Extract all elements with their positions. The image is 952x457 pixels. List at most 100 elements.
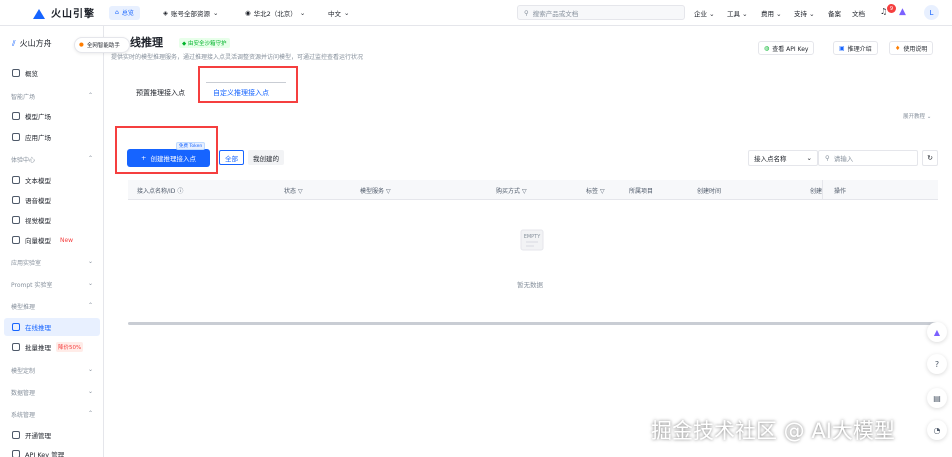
help-float-icon[interactable]: ?: [927, 354, 947, 374]
logo-text: 火山引擎: [51, 9, 95, 20]
sidebar-item-vision-model[interactable]: 视觉模型: [12, 213, 51, 227]
search-icon: ⚲: [825, 154, 830, 162]
search-placeholder: 搜索产品或文档: [532, 9, 579, 18]
free-token-badge: 免费 Token: [176, 142, 206, 150]
account-label: 账号全部资源: [171, 10, 210, 18]
sidebar-brand-label: 火山方舟: [19, 39, 52, 48]
col-purchase[interactable]: 购买方式 ▽: [496, 186, 527, 195]
chevron-down-icon: ⌄: [344, 9, 350, 17]
ai-float-icon[interactable]: ▲: [927, 322, 947, 342]
ai-icon[interactable]: ▲: [899, 7, 906, 17]
text-icon: [12, 176, 20, 184]
col-status[interactable]: 状态 ▽: [284, 186, 303, 195]
book-icon: ▣: [839, 44, 845, 52]
empty-state-icon: EMPTY: [520, 229, 544, 251]
sidebar-group-app-lab[interactable]: 应用实验室: [11, 258, 41, 267]
sidebar-item-batch-inference[interactable]: 批量推理 降价50%: [12, 340, 84, 354]
sidebar-brand[interactable]: ⫽ 火山方舟: [12, 38, 52, 49]
chevron-down-icon: ⌄: [213, 9, 219, 17]
vision-icon: [12, 216, 20, 224]
ai-assistant-button[interactable]: ● 全网智能助手: [74, 37, 130, 53]
sidebar-item-online-inference[interactable]: 在线推理: [12, 320, 51, 334]
sidebar-item-app-square[interactable]: 应用广场: [12, 130, 51, 144]
empty-img-label: EMPTY: [524, 234, 542, 240]
sidebar-group-experience[interactable]: 体验中心: [11, 155, 35, 164]
sidebar-item-activation[interactable]: 开通管理: [12, 428, 51, 442]
model-icon: [12, 112, 20, 120]
plus-icon: +: [141, 154, 147, 162]
avatar[interactable]: L: [924, 5, 939, 20]
col-tags[interactable]: 标签 ▽: [586, 186, 605, 195]
watermark: 掘金技术社区 @ AI大模型: [651, 419, 895, 443]
chevron-down-icon: ⌄: [806, 154, 812, 162]
filter-icon: ▽: [297, 188, 303, 195]
batch-icon: [12, 343, 20, 351]
col-endpoint-name: 接入点名称/ID ⓘ: [137, 188, 184, 195]
sidebar-item-voice-model[interactable]: 语音模型: [12, 193, 51, 207]
account-selector[interactable]: ◈ 账号全部资源 ⌄: [163, 8, 218, 18]
nav-docs[interactable]: 文档: [852, 8, 865, 18]
language-label: 中文: [328, 10, 341, 18]
assistant-label: 全网智能助手: [86, 43, 120, 49]
safe-badge: ◆ 由安全沙箱守护: [179, 38, 230, 48]
sidebar-item-api-key[interactable]: API Key 管理: [12, 447, 64, 457]
region-selector[interactable]: ◉ 华北2（北京） ⌄: [245, 8, 305, 18]
tab-preset-endpoints[interactable]: 预置推理接入点: [136, 88, 185, 98]
expand-tutorial-link[interactable]: 展开教程 ⌄: [903, 112, 931, 120]
bulb-icon: ♦: [895, 44, 901, 52]
sticky-divider: [822, 180, 823, 200]
filter-icon: ▽: [521, 188, 527, 195]
logo-icon: [33, 7, 47, 19]
sidebar-group-prompt-lab[interactable]: Prompt 实验室: [11, 280, 52, 289]
sidebar-item-text-model[interactable]: 文本模型: [12, 173, 51, 187]
inference-intro-button[interactable]: ▣ 推理介绍: [833, 41, 878, 55]
language-selector[interactable]: 中文 ⌄: [328, 8, 349, 18]
filter-mine[interactable]: 我创建的: [248, 150, 284, 165]
nav-tools[interactable]: 工具 ⌄: [727, 8, 748, 18]
usage-guide-button[interactable]: ♦ 使用说明: [889, 41, 934, 55]
location-icon: ◉: [245, 9, 251, 17]
global-search-input[interactable]: ⚲ 搜索产品或文档: [517, 5, 685, 20]
chat-float-icon[interactable]: ◔: [927, 420, 947, 440]
search-icon: ⚲: [524, 8, 529, 17]
volcengine-logo[interactable]: 火山引擎: [33, 5, 95, 20]
home-icon: ⌂: [115, 9, 119, 16]
nav-support[interactable]: 支持 ⌄: [794, 8, 815, 18]
empty-text: 暂无数据: [517, 281, 543, 289]
col-actions: 操作: [834, 188, 847, 195]
sidebar-group-square[interactable]: 智能广场: [11, 92, 35, 101]
app-icon: [12, 133, 20, 141]
new-badge: New: [60, 236, 74, 244]
refresh-icon: ↻: [927, 154, 933, 162]
sidebar-group-system[interactable]: 系统管理: [11, 410, 35, 419]
filter-icon: ▽: [385, 188, 391, 195]
filter-search-input[interactable]: ⚲ 请输入: [818, 150, 918, 166]
col-creator: 创建: [810, 188, 823, 195]
shield-icon: ◆: [182, 41, 187, 47]
sparkle-icon: ●: [79, 42, 84, 48]
filter-all[interactable]: 全部: [219, 150, 244, 165]
create-endpoint-button[interactable]: + 创建推理接入点: [127, 149, 210, 167]
sidebar-item-overview[interactable]: 概览: [12, 66, 38, 80]
horizontal-scrollbar[interactable]: [128, 322, 938, 325]
refresh-button[interactable]: ↻: [922, 150, 938, 166]
sidebar-item-model-square[interactable]: 模型广场: [12, 109, 51, 123]
page-title: 线推理: [130, 36, 163, 49]
discount-badge: 降价50%: [56, 342, 84, 352]
sidebar-item-vector-model[interactable]: 向量模型 New: [12, 233, 73, 247]
layers-icon: ◈: [163, 9, 168, 17]
nav-filing[interactable]: 备案: [828, 8, 841, 18]
region-label: 华北2（北京）: [253, 10, 297, 18]
voice-icon: [12, 196, 20, 204]
nav-enterprise[interactable]: 企业 ⌄: [694, 8, 715, 18]
sidebar-group-inference[interactable]: 模型推理: [11, 302, 35, 311]
nav-billing[interactable]: 费用 ⌄: [761, 8, 782, 18]
sidebar-group-customize[interactable]: 模型定制: [11, 366, 35, 375]
col-model-service[interactable]: 模型服务 ▽: [360, 186, 391, 195]
table-header: 接入点名称/ID ⓘ 状态 ▽ 模型服务 ▽ 购买方式 ▽ 标签 ▽ 所属项目 …: [128, 180, 938, 200]
book-float-icon[interactable]: ▤: [927, 388, 947, 408]
filter-field-select[interactable]: 接入点名称 ⌄: [748, 150, 818, 166]
home-button[interactable]: ⌂ 总览: [109, 5, 140, 20]
sidebar-group-data[interactable]: 数据管理: [11, 388, 35, 397]
view-api-key-button[interactable]: ◍ 查看 API Key: [758, 41, 815, 55]
